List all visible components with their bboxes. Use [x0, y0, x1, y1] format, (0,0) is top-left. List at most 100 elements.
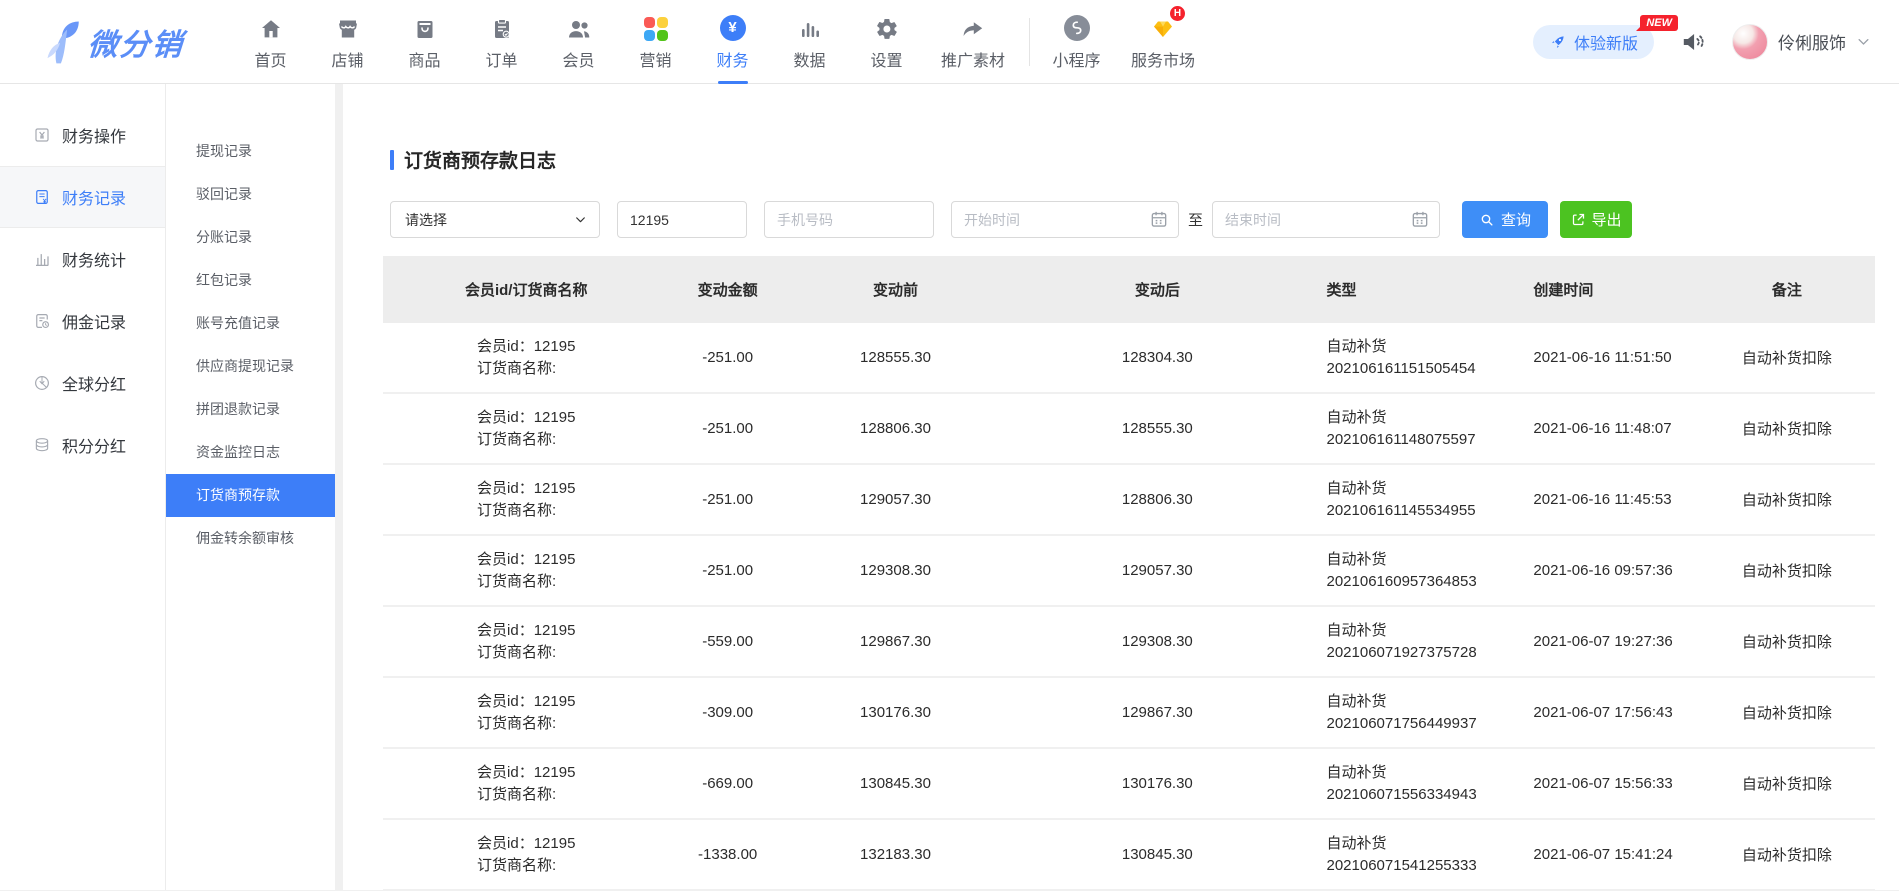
remark-cell: 自动补货扣除 [1699, 560, 1875, 581]
sidebar: 财务操作 财务记录 财务统计 佣金记录 全球分红 积分分红 [0, 84, 166, 890]
after-cell: 129308.30 [1005, 633, 1309, 650]
after-cell: 128555.30 [1005, 420, 1309, 437]
submenu-item[interactable]: 分账记录 [166, 216, 335, 259]
created-cell: 2021-06-16 09:57:36 [1509, 562, 1698, 579]
app-logo[interactable]: 微分销 [40, 17, 184, 67]
before-cell: 132183.30 [786, 846, 1005, 863]
logo-text: 微分销 [86, 20, 185, 64]
created-cell: 2021-06-16 11:51:50 [1509, 349, 1698, 366]
home-icon [259, 13, 283, 41]
storefront-icon [336, 13, 360, 41]
table-row: 会员id：12195 订货商名称: -669.00 130845.30 1301… [383, 749, 1875, 820]
top-header: 微分销 首页 店铺 商品 订单 [0, 0, 1899, 84]
search-button[interactable]: 查询 [1462, 201, 1548, 238]
new-badge: NEW [1640, 15, 1678, 31]
member-cell: 会员id：12195 订货商名称: [383, 336, 669, 380]
page-title: 订货商预存款日志 [404, 146, 556, 173]
col-header-type: 类型 [1310, 279, 1510, 300]
submenu-item[interactable]: 拼团退款记录 [166, 388, 335, 431]
amount-cell: -251.00 [669, 349, 785, 366]
table-row: 会员id：12195 订货商名称: -251.00 128806.30 1285… [383, 394, 1875, 465]
table-header-row: 会员id/订货商名称 变动金额 变动前 变动后 类型 创建时间 备注 [383, 256, 1875, 323]
type-cell: 自动补货 202106071756449937 [1310, 691, 1510, 735]
sidebar-item-finance-operation[interactable]: 财务操作 [0, 104, 165, 166]
nav-item-finance[interactable]: ¥ 财务 [694, 0, 771, 84]
nav-item-marketing[interactable]: 营销 [617, 0, 694, 84]
before-cell: 128555.30 [786, 349, 1005, 366]
finance-yuan-icon: ¥ [720, 13, 746, 41]
rocket-icon [1549, 33, 1567, 51]
created-cell: 2021-06-07 19:27:36 [1509, 633, 1698, 650]
account-menu[interactable]: 伶俐服饰 [1732, 24, 1871, 60]
before-cell: 128806.30 [786, 420, 1005, 437]
nav-item-home[interactable]: 首页 [232, 0, 309, 84]
sidebar-item-finance-statistics[interactable]: 财务统计 [0, 228, 165, 290]
remark-cell: 自动补货扣除 [1699, 702, 1875, 723]
submenu-item[interactable]: 佣金转余额审核 [166, 517, 335, 560]
nav-item-member[interactable]: 会员 [540, 0, 617, 84]
created-cell: 2021-06-07 17:56:43 [1509, 704, 1698, 721]
after-cell: 130176.30 [1005, 775, 1309, 792]
nav-item-miniprogram[interactable]: 小程序 [1038, 0, 1115, 84]
try-new-version-button[interactable]: 体验新版 NEW [1533, 25, 1654, 59]
sidebar-item-global-dividend[interactable]: 全球分红 [0, 352, 165, 414]
bar-chart-icon [798, 13, 822, 41]
submenu-item[interactable]: 红包记录 [166, 259, 335, 302]
nav-item-data[interactable]: 数据 [771, 0, 848, 84]
submenu-item[interactable]: 订货商预存款 [166, 474, 335, 517]
records-table: 会员id/订货商名称 变动金额 变动前 变动后 类型 创建时间 备注 会员id：… [383, 256, 1875, 890]
nav-item-service-market[interactable]: H 服务市场 [1115, 0, 1211, 84]
table-row: 会员id：12195 订货商名称: -251.00 129308.30 1290… [383, 536, 1875, 607]
after-cell: 128806.30 [1005, 491, 1309, 508]
remark-cell: 自动补货扣除 [1699, 773, 1875, 794]
amount-cell: -251.00 [669, 420, 785, 437]
amount-cell: -559.00 [669, 633, 785, 650]
export-button[interactable]: 导出 [1560, 201, 1632, 238]
sidebar-item-points-dividend[interactable]: 积分分红 [0, 414, 165, 476]
type-cell: 自动补货 202106160957364853 [1310, 549, 1510, 593]
gear-icon [875, 13, 899, 41]
col-header-amount: 变动金额 [669, 279, 785, 300]
before-cell: 130845.30 [786, 775, 1005, 792]
before-cell: 129057.30 [786, 491, 1005, 508]
type-cell: 自动补货 202106071927375728 [1310, 620, 1510, 664]
member-cell: 会员id：12195 订货商名称: [383, 478, 669, 522]
col-header-after: 变动后 [1005, 279, 1309, 300]
created-cell: 2021-06-07 15:56:33 [1509, 775, 1698, 792]
nav-item-shop[interactable]: 店铺 [309, 0, 386, 84]
nav-item-order[interactable]: 订单 [463, 0, 540, 84]
submenu-item[interactable]: 资金监控日志 [166, 431, 335, 474]
table-row: 会员id：12195 订货商名称: -1338.00 132183.30 130… [383, 820, 1875, 890]
marketing-icon [644, 13, 668, 41]
search-icon [1479, 212, 1495, 228]
filter-select[interactable]: 请选择 [390, 201, 600, 238]
submenu-item[interactable]: 提现记录 [166, 130, 335, 173]
phone-input[interactable] [764, 201, 934, 238]
col-header-remark: 备注 [1699, 279, 1875, 300]
remark-cell: 自动补货扣除 [1699, 347, 1875, 368]
end-time-input[interactable] [1212, 201, 1440, 238]
submenu-item[interactable]: 供应商提现记录 [166, 345, 335, 388]
avatar [1732, 24, 1768, 60]
nav-item-goods[interactable]: 商品 [386, 0, 463, 84]
globe-yuan-icon [33, 374, 51, 392]
submenu-item[interactable]: 账号充值记录 [166, 302, 335, 345]
after-cell: 130845.30 [1005, 846, 1309, 863]
table-row: 会员id：12195 订货商名称: -251.00 129057.30 1288… [383, 465, 1875, 536]
member-id-input[interactable] [617, 201, 747, 238]
sidebar-item-finance-records[interactable]: 财务记录 [0, 166, 165, 228]
submenu-item[interactable]: 驳回记录 [166, 173, 335, 216]
start-time-input[interactable] [951, 201, 1179, 238]
coins-icon [33, 436, 51, 454]
nav-item-settings[interactable]: 设置 [848, 0, 925, 84]
table-body: 会员id：12195 订货商名称: -251.00 128555.30 1283… [383, 323, 1875, 890]
member-cell: 会员id：12195 订货商名称: [383, 620, 669, 664]
type-cell: 自动补货 202106161148075597 [1310, 407, 1510, 451]
after-cell: 129867.30 [1005, 704, 1309, 721]
sidebar-item-commission-records[interactable]: 佣金记录 [0, 290, 165, 352]
nav-item-promo-material[interactable]: 推广素材 [925, 0, 1021, 84]
amount-cell: -309.00 [669, 704, 785, 721]
submenu: 提现记录 驳回记录 分账记录 红包记录 账号充值记录 供应商提现记录 拼团退款记… [166, 84, 335, 890]
shopping-bag-icon [413, 13, 437, 41]
speaker-icon[interactable] [1680, 29, 1706, 55]
